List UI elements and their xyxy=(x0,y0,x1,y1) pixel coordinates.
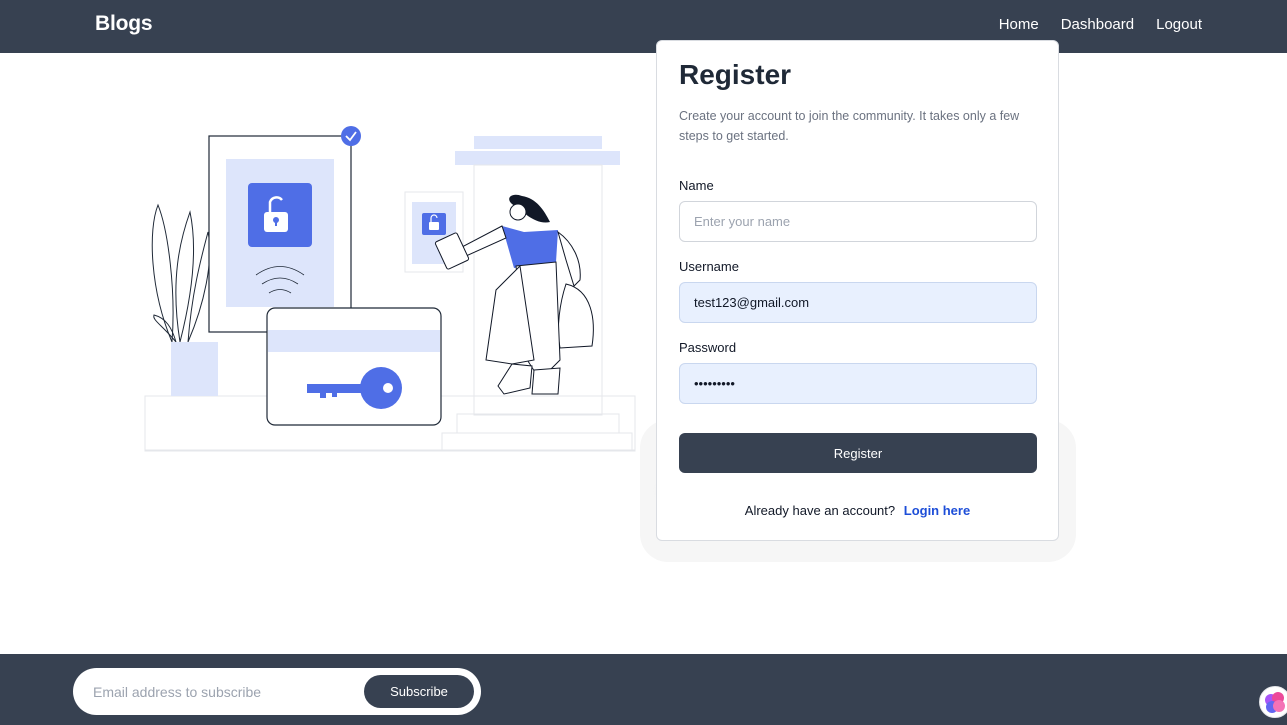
username-label: Username xyxy=(679,259,739,274)
name-label: Name xyxy=(679,178,714,193)
nav-link-home[interactable]: Home xyxy=(999,16,1039,33)
subscribe-button[interactable]: Subscribe xyxy=(364,675,474,708)
brain-icon[interactable] xyxy=(1259,686,1287,718)
username-input[interactable] xyxy=(679,282,1037,323)
nav-link-dashboard[interactable]: Dashboard xyxy=(1061,16,1134,33)
register-card: Register Create your account to join the… xyxy=(656,40,1059,541)
register-description: Create your account to join the communit… xyxy=(679,109,1020,143)
brand-logo[interactable]: Blogs xyxy=(95,12,153,36)
key-card xyxy=(266,307,442,426)
subscribe-email-input[interactable] xyxy=(93,668,353,715)
password-label: Password xyxy=(679,340,737,355)
check-badge-icon xyxy=(341,126,361,146)
subscribe-form: Subscribe xyxy=(73,668,481,715)
login-prompt-text: Already have an account? xyxy=(744,503,896,518)
login-prompt: Already have an account? Login here xyxy=(657,503,1058,518)
name-input[interactable] xyxy=(679,201,1037,242)
register-button[interactable]: Register xyxy=(679,433,1037,473)
nav-link-logout[interactable]: Logout xyxy=(1156,16,1202,33)
plant-icon xyxy=(151,203,218,396)
nav-links: Home Dashboard Logout xyxy=(999,16,1202,33)
password-input[interactable] xyxy=(679,363,1037,404)
unlock-icon xyxy=(248,183,312,247)
login-link[interactable]: Login here xyxy=(904,503,970,518)
page-title: Register xyxy=(679,59,792,90)
register-illustration xyxy=(144,126,636,452)
navbar: Blogs Home Dashboard Logout xyxy=(0,0,1287,53)
footer: Subscribe xyxy=(0,654,1287,725)
